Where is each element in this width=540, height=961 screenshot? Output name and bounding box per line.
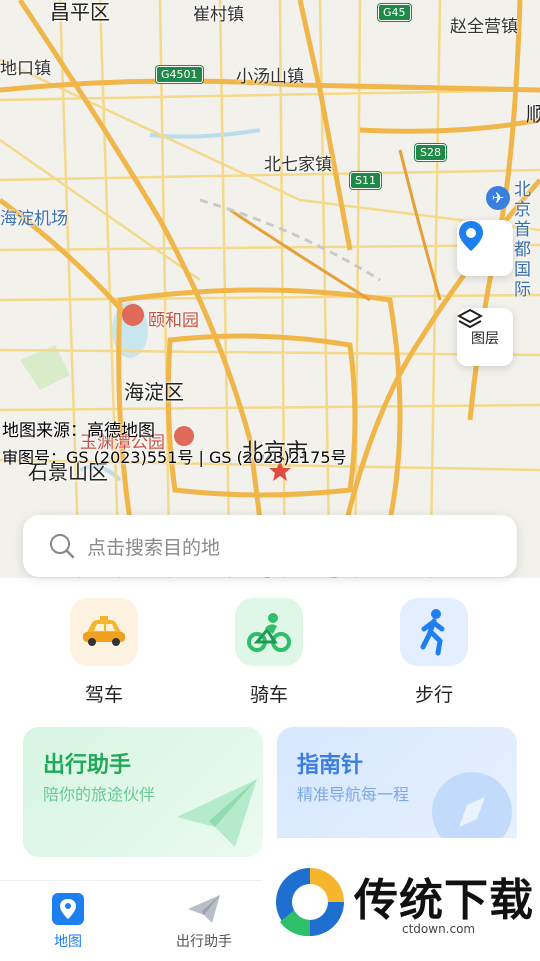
search-placeholder: 点击搜索目的地 xyxy=(87,536,221,559)
label-shun: 顺 xyxy=(526,102,540,126)
mode-drive-label: 驾车 xyxy=(84,684,123,706)
airport-icon[interactable]: ✈ xyxy=(486,186,510,210)
palace-poi-icon[interactable] xyxy=(122,304,144,326)
search-bar[interactable]: 点击搜索目的地 xyxy=(23,515,517,577)
label-changping: 昌平区 xyxy=(50,0,110,24)
tab-map-label: 地图 xyxy=(54,934,82,950)
locate-button[interactable] xyxy=(457,220,513,276)
watermark: 传统下载 ctdown.com xyxy=(262,838,540,960)
taxi-icon xyxy=(70,598,138,666)
label-hekou: 地口镇 xyxy=(0,59,51,79)
label-xiaotangshan: 小汤山镇 xyxy=(236,67,304,87)
mode-cycle-label: 骑车 xyxy=(249,684,288,706)
label-cuicun: 崔村镇 xyxy=(193,5,244,25)
tab-assistant-label: 出行助手 xyxy=(176,934,232,950)
layers-button[interactable]: 图层 xyxy=(457,308,513,366)
mode-walk-label: 步行 xyxy=(414,684,453,706)
location-pin-icon xyxy=(459,221,483,251)
shield-s11: S11 xyxy=(350,172,381,189)
label-haidian: 海淀区 xyxy=(124,380,184,404)
mode-walk[interactable]: 步行 xyxy=(374,598,494,707)
tab-assistant[interactable]: 出行助手 xyxy=(136,881,272,961)
layers-icon xyxy=(457,308,483,329)
assistant-card-title: 出行助手 xyxy=(43,753,132,778)
brand-logo-icon xyxy=(276,868,344,937)
assistant-card[interactable]: 出行助手 陪你的旅途伙伴 xyxy=(23,727,263,857)
watermark-brand-text: 传统下载 xyxy=(354,875,534,926)
map-roads xyxy=(0,0,540,600)
map-tab-icon xyxy=(52,893,84,925)
compass-card-title: 指南针 xyxy=(297,753,364,778)
label-airport: 北京首都国际 xyxy=(514,180,531,300)
label-summer-palace: 颐和园 xyxy=(148,311,199,331)
label-town: 赵全营镇 xyxy=(450,17,518,37)
paper-plane-tab-icon xyxy=(188,895,220,923)
label-beiqijia: 北七家镇 xyxy=(264,155,332,175)
shield-g45: G45 xyxy=(378,4,411,21)
watermark-domain: ctdown.com xyxy=(402,922,476,936)
walking-person-icon xyxy=(400,598,468,666)
search-icon xyxy=(50,534,75,559)
mode-cycle[interactable]: 骑车 xyxy=(209,598,329,707)
map-credit-source: 地图来源：高德地图 xyxy=(2,421,155,441)
compass-card-subtitle: 精准导航每一程 xyxy=(297,785,410,804)
label-haidian-airport: 海淀机场 xyxy=(0,209,68,229)
assistant-card-subtitle: 陪你的旅途伙伴 xyxy=(43,785,156,804)
cyclist-icon xyxy=(235,598,303,666)
shield-g4501: G4501 xyxy=(156,66,203,83)
paper-plane-icon xyxy=(177,779,257,847)
mode-drive[interactable]: 驾车 xyxy=(44,598,164,707)
map-view[interactable]: 昌平区 崔村镇 赵全营镇 地口镇 小汤山镇 北七家镇 顺 北京首都国际 海淀机场… xyxy=(0,0,540,600)
park-poi-icon[interactable] xyxy=(174,426,194,446)
tab-map[interactable]: 地图 xyxy=(0,881,136,961)
map-credit-approval: 审图号：GS (2023)551号 | GS (2023)2175号 xyxy=(2,448,347,467)
shield-s28: S28 xyxy=(415,144,446,161)
